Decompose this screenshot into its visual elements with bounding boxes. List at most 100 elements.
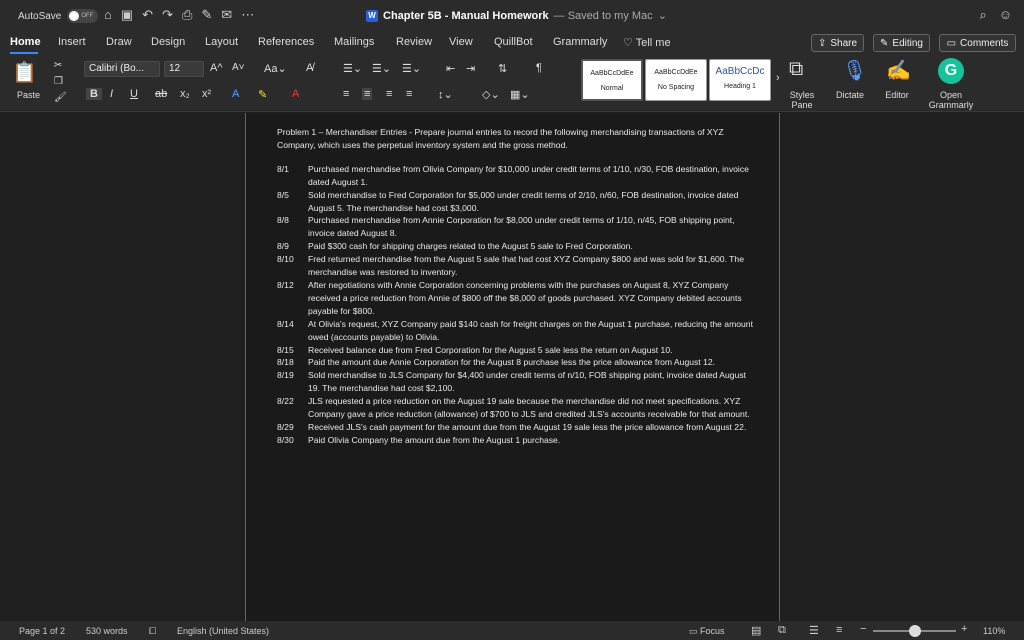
tell-me[interactable]: ♡ Tell me <box>623 36 671 49</box>
comments-label: Comments <box>960 37 1009 49</box>
zoom-level[interactable]: 110% <box>983 626 1005 636</box>
line-spacing-icon[interactable]: ↕⌄ <box>438 88 453 101</box>
tab-quillbot[interactable]: QuillBot <box>494 36 533 48</box>
sort-icon[interactable]: ⇅ <box>498 62 507 75</box>
underline-icon[interactable]: U <box>130 88 138 100</box>
align-left-icon[interactable]: ≡ <box>343 88 349 100</box>
strikethrough-icon[interactable]: ab <box>155 88 167 100</box>
home-icon[interactable]: ⌂ <box>104 7 112 23</box>
paragraph-mark-icon[interactable]: ¶ <box>536 62 542 74</box>
cut-icon[interactable]: ✂ <box>54 60 62 71</box>
clipboard-icon[interactable]: 📋 <box>12 60 37 85</box>
tab-mailings[interactable]: Mailings <box>334 36 374 48</box>
bullets-icon[interactable]: ☰⌄ <box>343 62 362 75</box>
dictate-label[interactable]: Dictate <box>832 90 868 100</box>
tab-insert[interactable]: Insert <box>58 36 86 48</box>
font-size-select[interactable]: 12 <box>164 61 204 77</box>
editing-button[interactable]: ✎ Editing <box>873 34 930 52</box>
redo-icon[interactable]: ↷ <box>162 7 173 23</box>
transaction-text: Received balance due from Fred Corporati… <box>308 344 673 355</box>
tab-draw[interactable]: Draw <box>106 36 132 48</box>
tab-home[interactable]: Home <box>10 36 41 48</box>
multilevel-list-icon[interactable]: ☰⌄ <box>402 62 421 75</box>
align-right-icon[interactable]: ≡ <box>386 88 392 100</box>
save-icon[interactable]: ▣ <box>121 7 133 23</box>
tab-view[interactable]: View <box>449 36 473 48</box>
align-center-icon[interactable]: ≡ <box>362 88 373 100</box>
comments-button[interactable]: ▭ Comments <box>939 34 1016 52</box>
page-count[interactable]: Page 1 of 2 <box>19 626 65 636</box>
microphone-icon[interactable]: 🎙 <box>842 58 867 83</box>
mail-icon[interactable]: ✉ <box>221 7 232 23</box>
borders-icon[interactable]: ▦⌄ <box>510 88 530 101</box>
document-title[interactable]: W Chapter 5B - Manual Homework — Saved t… <box>366 9 667 22</box>
editor-label[interactable]: Editor <box>880 90 914 100</box>
justify-icon[interactable]: ≡ <box>406 88 412 100</box>
outline-view-icon[interactable]: ☰ <box>809 624 819 637</box>
bold-icon[interactable]: B <box>86 88 102 100</box>
paste-label[interactable]: Paste <box>17 90 40 100</box>
styles-pane-label[interactable]: Styles Pane <box>786 90 818 110</box>
font-color-icon[interactable]: A <box>292 88 299 100</box>
style-no-spacing[interactable]: AaBbCcDdEe No Spacing <box>645 59 707 101</box>
subscript-icon[interactable]: x₂ <box>180 88 190 100</box>
saved-status: — Saved to my Mac <box>553 9 653 22</box>
font-name-select[interactable]: Calibri (Bo... <box>84 61 160 77</box>
text-effects-icon[interactable]: A <box>232 88 239 100</box>
highlight-icon[interactable]: ✎ <box>258 88 267 101</box>
numbering-icon[interactable]: ☰⌄ <box>372 62 391 75</box>
tab-review[interactable]: Review <box>396 36 432 48</box>
tab-grammarly[interactable]: Grammarly <box>553 36 607 48</box>
tab-design[interactable]: Design <box>151 36 185 48</box>
style-normal[interactable]: AaBbCcDdEe Normal <box>581 59 643 101</box>
style-heading-1[interactable]: AaBbCcDc Heading 1 <box>709 59 771 101</box>
editor-icon[interactable]: ✍ <box>886 58 911 83</box>
transaction-text: Purchased merchandise from Olivia Compan… <box>308 163 749 187</box>
clear-formatting-icon[interactable]: A̸ <box>306 62 313 74</box>
language[interactable]: English (United States) <box>177 626 269 636</box>
superscript-icon[interactable]: x² <box>202 88 211 100</box>
share-label: Share <box>830 37 858 49</box>
document-body[interactable]: Problem 1 – Merchandiser Entries - Prepa… <box>277 126 757 447</box>
styles-more-icon[interactable]: › <box>776 72 780 84</box>
print-layout-icon[interactable]: ▤ <box>751 624 761 637</box>
draft-view-icon[interactable]: ≡ <box>836 624 842 636</box>
open-grammarly-label[interactable]: Open Grammarly <box>926 90 976 110</box>
shrink-font-icon[interactable]: A˅ <box>232 62 245 73</box>
account-icon[interactable]: ☺ <box>999 7 1012 23</box>
increase-indent-icon[interactable]: ⇥ <box>466 62 475 75</box>
grow-font-icon[interactable]: A^ <box>210 62 223 74</box>
print-icon[interactable]: ⎙ <box>182 7 192 23</box>
draw-icon[interactable]: ✎ <box>201 7 212 23</box>
zoom-slider-thumb[interactable] <box>909 625 921 637</box>
zoom-out-icon[interactable]: − <box>860 623 866 635</box>
share-button[interactable]: ⇪ Share <box>811 34 864 52</box>
autosave-label: AutoSave <box>18 10 62 22</box>
autosave-toggle[interactable]: OFF <box>67 9 99 23</box>
word-count[interactable]: 530 words <box>86 626 128 636</box>
more-icon[interactable]: ⋯ <box>241 7 254 23</box>
tab-references[interactable]: References <box>258 36 314 48</box>
transaction-entry: 8/30 Paid Olivia Company the amount due f… <box>277 434 757 447</box>
styles-pane-icon[interactable]: ⧉ <box>789 58 803 81</box>
web-layout-icon[interactable]: ⧉ <box>778 624 786 637</box>
focus-button[interactable]: ▭ Focus <box>689 626 725 637</box>
status-bar: Page 1 of 2 530 words ⧠ English (United … <box>0 621 1024 640</box>
zoom-slider[interactable] <box>873 625 956 637</box>
decrease-indent-icon[interactable]: ⇤ <box>446 62 455 75</box>
zoom-in-icon[interactable]: + <box>961 623 967 635</box>
search-icon[interactable]: ⌕ <box>979 7 986 23</box>
transaction-entry: 8/5 Sold merchandise to Fred Corporation … <box>277 189 757 215</box>
grammarly-icon[interactable]: G <box>938 58 964 84</box>
format-painter-icon[interactable]: 🖌 <box>54 92 67 103</box>
shading-icon[interactable]: ◇⌄ <box>482 88 500 101</box>
change-case-icon[interactable]: Aa⌄ <box>264 62 287 75</box>
style-heading-1-sample: AaBbCcDc <box>715 66 765 77</box>
undo-icon[interactable]: ↶ <box>142 7 153 23</box>
tab-layout[interactable]: Layout <box>205 36 238 48</box>
proofing-icon[interactable]: ⧠ <box>149 626 156 637</box>
ribbon-tabs: Home Insert Draw Design Layout Reference… <box>0 32 1024 54</box>
italic-icon[interactable]: I <box>110 88 113 100</box>
comment-icon: ▭ <box>946 37 957 49</box>
copy-icon[interactable]: ❐ <box>54 76 63 87</box>
